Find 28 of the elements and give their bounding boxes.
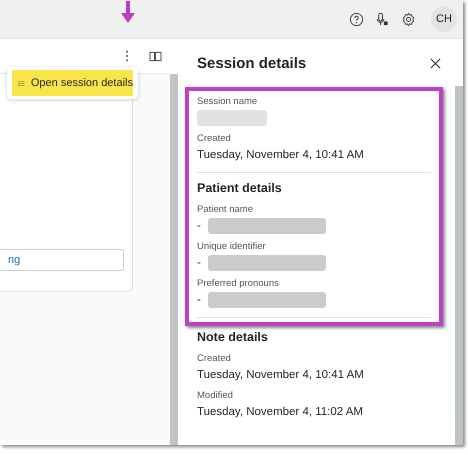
field-label: Preferred pronouns <box>197 278 280 289</box>
field-value: Tuesday, November 4, 10:41 AM <box>197 149 364 161</box>
microphone-icon[interactable] <box>375 12 390 26</box>
field-label: Session name <box>197 96 258 107</box>
more-options-icon[interactable] <box>125 50 129 62</box>
field-label: Patient name <box>197 204 254 215</box>
field-label: Modified <box>197 390 234 401</box>
callout-arrow <box>121 1 135 23</box>
field-value: - <box>197 294 201 306</box>
field-label: Created <box>197 133 232 144</box>
field-value: Tuesday, November 4, 10:41 AM <box>197 369 364 381</box>
user-avatar[interactable]: CH <box>431 6 457 32</box>
scrollbar[interactable] <box>455 86 463 445</box>
field-label: Unique identifier <box>197 241 267 252</box>
field-value: - <box>197 220 201 232</box>
menu-item[interactable]: Open session details <box>12 70 133 96</box>
help-icon[interactable] <box>349 12 364 26</box>
close-icon[interactable] <box>430 58 441 68</box>
section-heading: Note details <box>197 330 269 344</box>
section-heading: Patient details <box>197 181 283 195</box>
field-value: - <box>197 257 201 269</box>
input-field[interactable]: ng <box>0 249 124 271</box>
panel-title: Session details <box>197 54 306 72</box>
scrollbar[interactable] <box>170 74 178 445</box>
field-value: Tuesday, November 4, 11:02 AM <box>197 406 363 418</box>
field-label: Created <box>197 353 232 364</box>
book-icon[interactable] <box>149 50 162 62</box>
settings-icon[interactable] <box>401 12 416 26</box>
